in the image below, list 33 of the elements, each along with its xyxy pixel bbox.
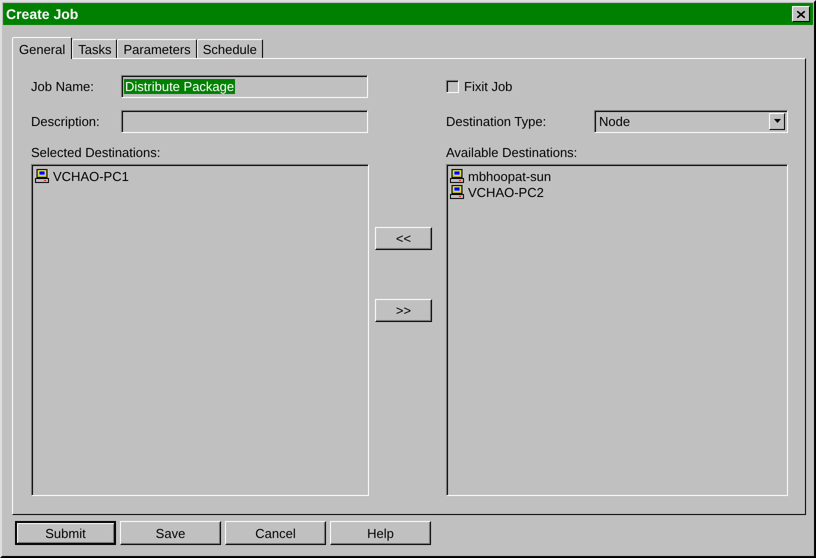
list-label: Selected Destinations: (31, 145, 162, 160)
list-item[interactable]: VCHAO-PC2 (468, 184, 544, 200)
field-label: Description: (31, 114, 101, 128)
destination-list[interactable]: VCHAO-PC1 (31, 164, 369, 496)
window-title: Create Job (6, 6, 78, 22)
tab[interactable]: General (12, 37, 72, 59)
computer-icon (450, 185, 464, 199)
move-button[interactable]: >> (375, 299, 432, 322)
dropdown-arrow-icon (774, 119, 780, 123)
dialog-button[interactable]: Help (330, 521, 431, 545)
input-field[interactable] (121, 110, 368, 132)
field-label: Destination Type: (446, 114, 548, 128)
close-icon (797, 10, 805, 18)
tab[interactable]: Parameters (117, 39, 197, 58)
input-field[interactable]: Distribute Package (121, 74, 368, 98)
computer-icon (450, 169, 464, 183)
selected-text: Distribute Package (124, 78, 236, 94)
list-label: Available Destinations: (446, 145, 578, 160)
dialog-button[interactable]: Save (120, 521, 221, 545)
computer-icon (35, 169, 49, 183)
dialog-button[interactable]: Cancel (225, 521, 326, 545)
destination-list[interactable]: mbhoopat-sun VCHAO-PC2 (446, 164, 788, 496)
list-item[interactable]: mbhoopat-sun (468, 168, 552, 184)
dialog-button[interactable]: Submit (15, 521, 116, 545)
tab[interactable]: Tasks (72, 39, 118, 58)
list-item[interactable]: VCHAO-PC1 (53, 168, 129, 184)
close-button[interactable] (792, 6, 810, 22)
move-button[interactable]: << (375, 227, 432, 250)
checkbox-label[interactable]: Fixit Job (464, 78, 512, 94)
field-label: Job Name: (31, 78, 95, 94)
dropdown[interactable]: Node (594, 110, 788, 132)
tab[interactable]: Schedule (196, 39, 263, 58)
checkbox[interactable] (446, 80, 459, 92)
